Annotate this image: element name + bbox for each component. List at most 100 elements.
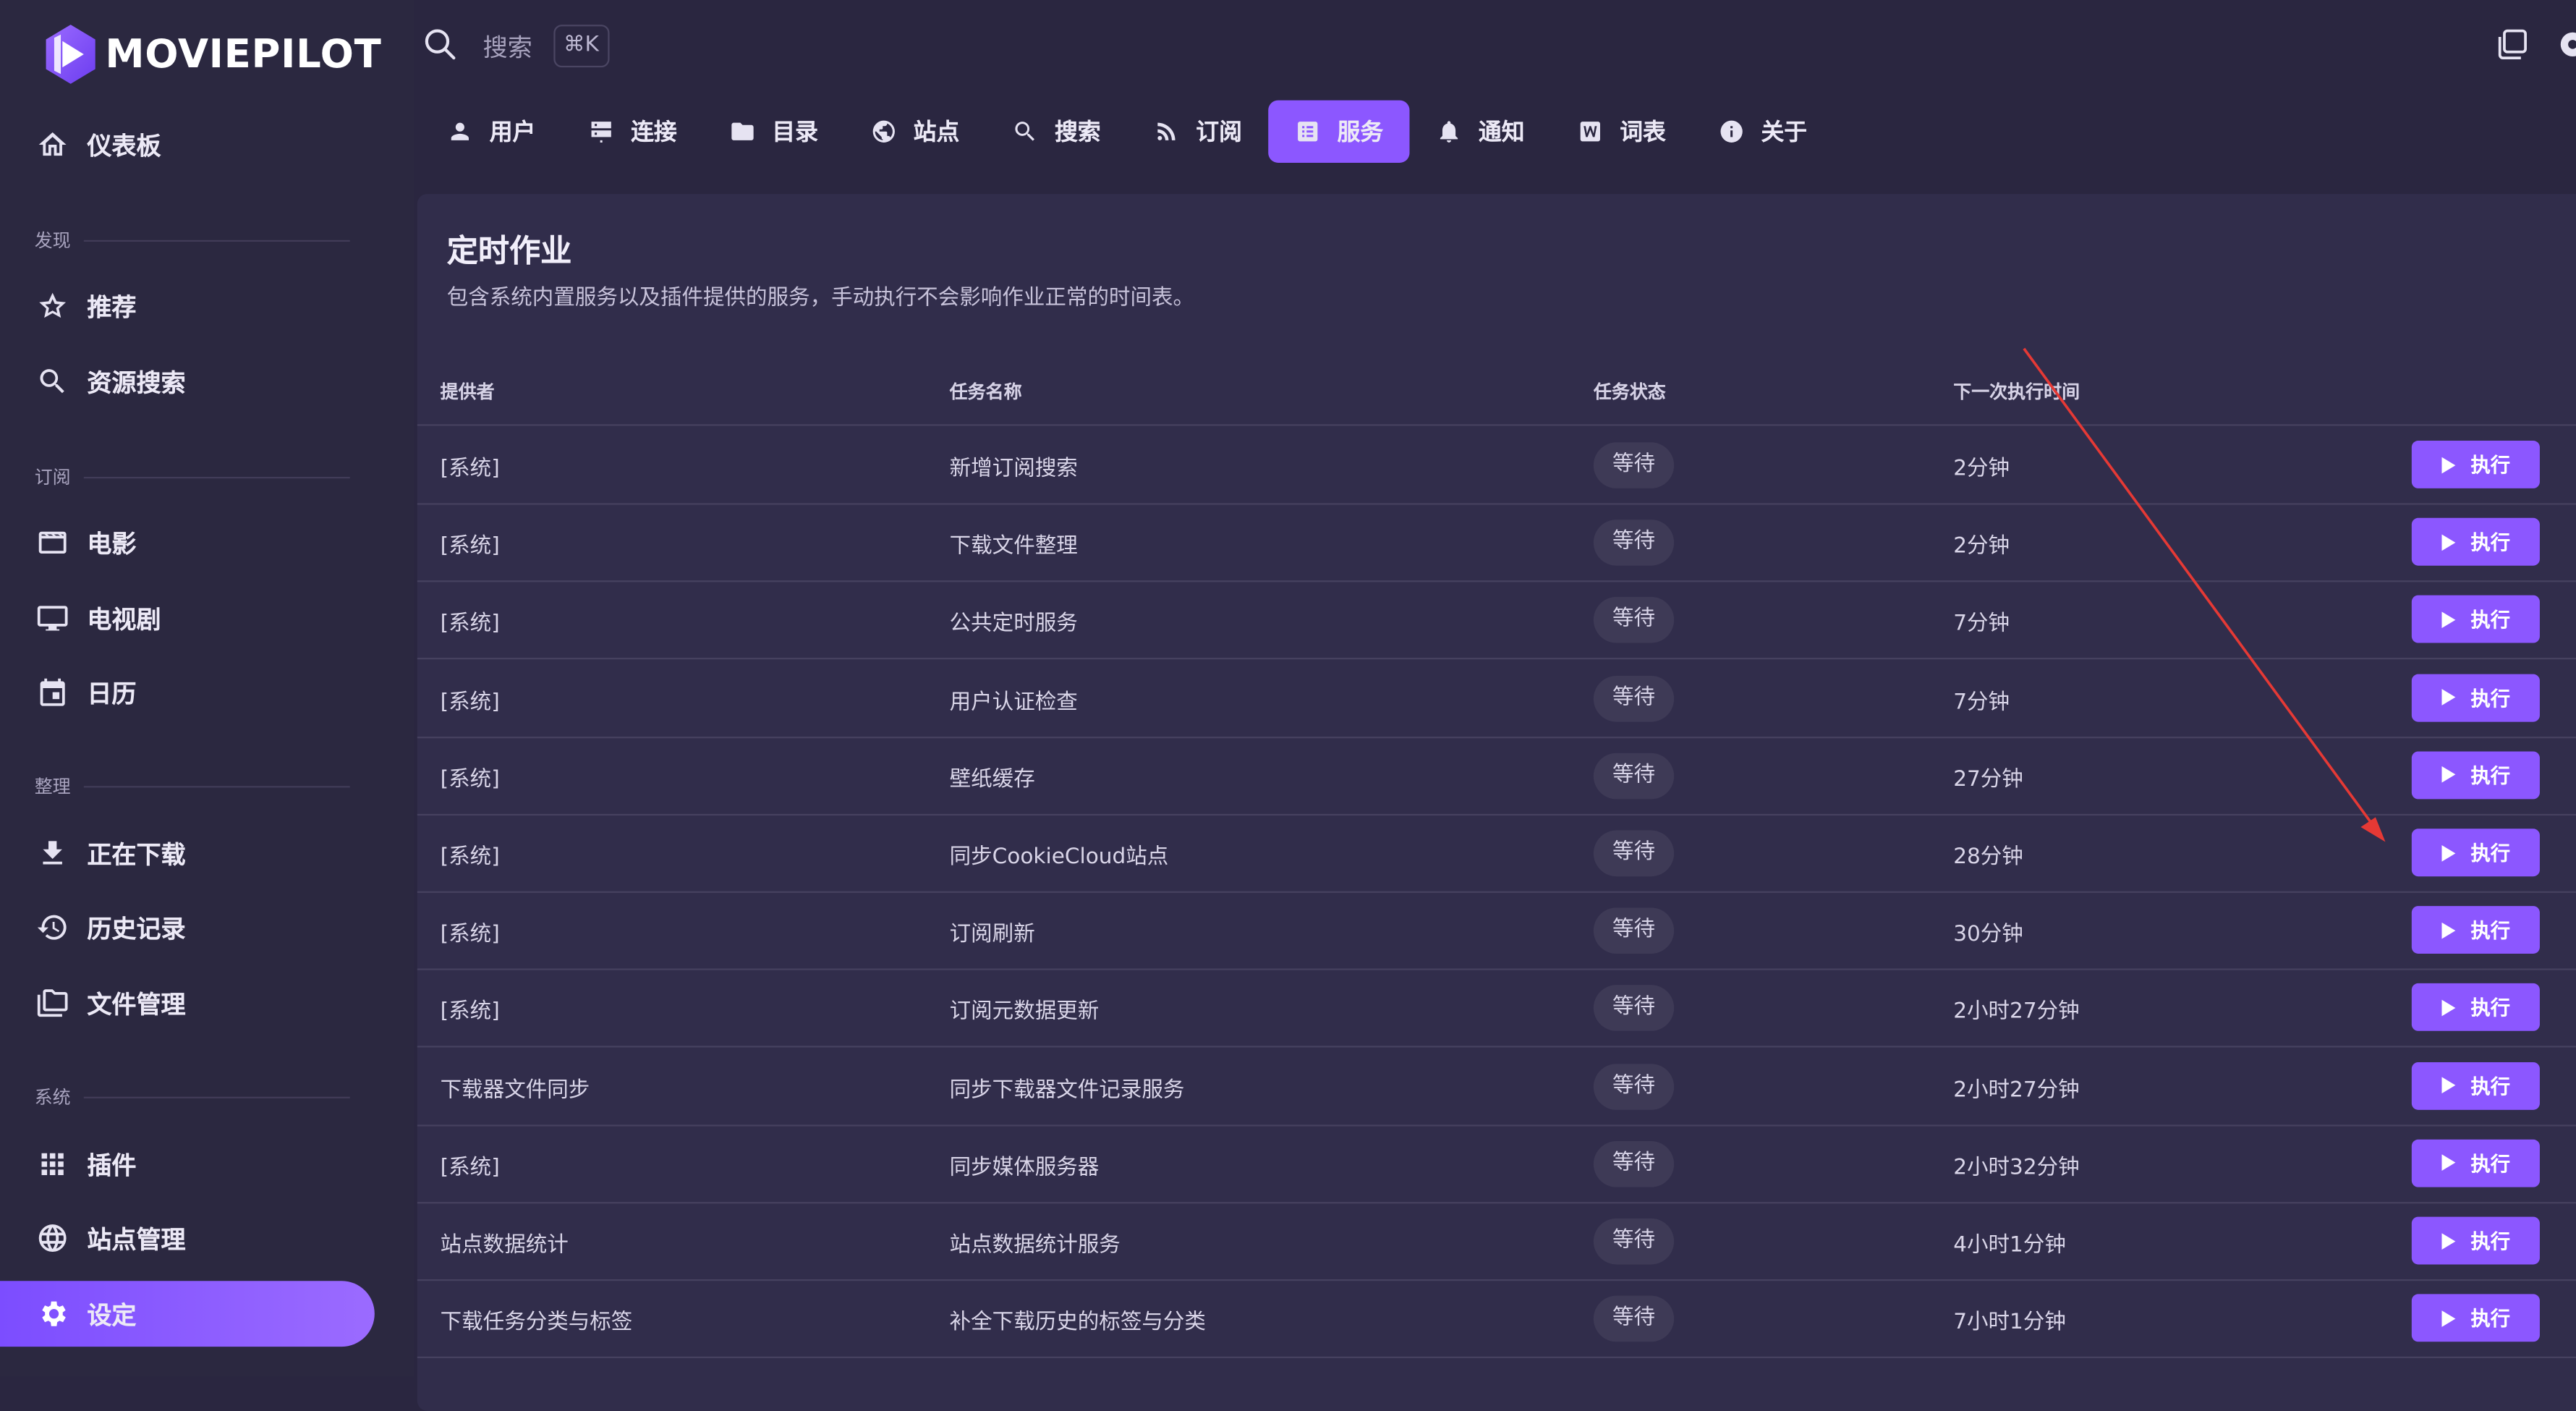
- column-header-next-run: 下一次执行时间: [1953, 381, 2080, 403]
- status-badge: 等待: [1593, 907, 1675, 954]
- run-button[interactable]: 执行: [2411, 829, 2540, 877]
- column-header-provider: 提供者: [440, 381, 495, 403]
- task-name-cell: 订阅刷新: [949, 923, 1035, 948]
- sidebar-item-label: 日历: [87, 678, 137, 708]
- run-button-label: 执行: [2470, 531, 2511, 555]
- run-button[interactable]: 执行: [2411, 1062, 2540, 1109]
- table-row: [系统] 订阅元数据更新 等待 2小时27分钟 执行: [417, 969, 2576, 1048]
- server-icon: [591, 122, 611, 143]
- run-button-label: 执行: [2470, 842, 2511, 865]
- sidebar-item-site-management[interactable]: 站点管理: [0, 1206, 375, 1271]
- tab-subscriptions[interactable]: 订阅: [1127, 101, 1268, 163]
- provider-cell: 下载任务分类与标签: [440, 1310, 633, 1336]
- movie-clapper-icon: [35, 525, 71, 561]
- sidebar-item-label: 资源搜索: [87, 367, 186, 397]
- run-button[interactable]: 执行: [2411, 596, 2540, 644]
- table-row: 下载器文件同步 同步下载器文件记录服务 等待 2小时27分钟 执行: [417, 1047, 2576, 1126]
- run-button[interactable]: 执行: [2411, 673, 2540, 721]
- tab-search[interactable]: 搜索: [986, 101, 1127, 163]
- task-name-cell: 同步CookieCloud站点: [949, 845, 1169, 870]
- theme-gear-icon[interactable]: [2554, 26, 2576, 62]
- sidebar-item-downloading[interactable]: 正在下载: [0, 821, 375, 886]
- sidebar-item-file-manager[interactable]: 文件管理: [0, 970, 375, 1036]
- provider-cell: [系统]: [440, 534, 500, 560]
- run-button[interactable]: 执行: [2411, 751, 2540, 799]
- sidebar-item-history[interactable]: 历史记录: [0, 894, 375, 960]
- sidebar-item-dashboard[interactable]: 仪表板: [0, 112, 375, 178]
- sidebar-item-resource-search[interactable]: 资源搜索: [0, 349, 375, 415]
- scheduled-jobs-card: 定时作业 包含系统内置服务以及插件提供的服务，手动执行不会影响作业正常的时间表。…: [417, 194, 2576, 1411]
- status-badge: 等待: [1593, 675, 1675, 721]
- status-badge: 等待: [1593, 1140, 1675, 1187]
- table-row: [系统] 订阅刷新 等待 30分钟 执行: [417, 891, 2576, 971]
- run-button[interactable]: 执行: [2411, 441, 2540, 488]
- sidebar-item-label: 文件管理: [87, 988, 186, 1019]
- run-button[interactable]: 执行: [2411, 1216, 2540, 1265]
- rss-icon: [1157, 122, 1176, 140]
- sidebar-item-label: 插件: [87, 1150, 137, 1180]
- tab-services[interactable]: 服务: [1268, 100, 1410, 163]
- status-badge: 等待: [1593, 597, 1675, 644]
- word-box-icon: [1580, 122, 1600, 142]
- column-header-task-name: 任务名称: [949, 381, 1022, 403]
- moviepilot-logo-icon: [46, 25, 95, 84]
- search-icon[interactable]: [422, 26, 459, 62]
- run-button[interactable]: 执行: [2411, 1294, 2540, 1342]
- sidebar-item-tv[interactable]: 电视剧: [0, 585, 375, 651]
- play-icon: [2441, 844, 2456, 861]
- copy-windows-icon[interactable]: [2494, 26, 2530, 62]
- settings-tabs: 用户 连接 目录 站点 搜索 订阅 服务 通知 词表 关于: [420, 100, 1833, 163]
- status-badge: 等待: [1593, 830, 1675, 877]
- play-icon: [2441, 766, 2456, 784]
- run-button-label: 执行: [2470, 919, 2511, 943]
- play-icon: [2441, 689, 2456, 706]
- folder-copy-icon: [35, 985, 71, 1021]
- provider-cell: 站点数据统计: [440, 1233, 569, 1258]
- section-header-subscribe: 订阅: [35, 464, 350, 490]
- play-icon: [2441, 456, 2456, 473]
- sidebar-item-label: 电视剧: [87, 604, 161, 635]
- run-button[interactable]: 执行: [2411, 1139, 2540, 1187]
- search-icon: [35, 363, 71, 399]
- task-name-cell: 公共定时服务: [949, 612, 1078, 637]
- task-name-cell: 补全下载历史的标签与分类: [949, 1310, 1206, 1336]
- sidebar-item-label: 电影: [87, 528, 137, 559]
- table-row: [系统] 公共定时服务 等待 7分钟 执行: [417, 581, 2576, 661]
- task-name-cell: 站点数据统计服务: [949, 1233, 1121, 1258]
- app-name: MOVIEPILOT: [105, 31, 382, 77]
- sidebar-item-settings[interactable]: 设定: [0, 1281, 375, 1347]
- tab-wordlists[interactable]: 词表: [1551, 101, 1692, 163]
- tab-connections[interactable]: 连接: [562, 101, 703, 163]
- tab-users[interactable]: 用户: [420, 101, 561, 163]
- task-name-cell: 新增订阅搜索: [949, 457, 1078, 482]
- sidebar-item-calendar[interactable]: 日历: [0, 659, 375, 725]
- sidebar-item-label: 仪表板: [87, 130, 161, 161]
- tab-directories[interactable]: 目录: [703, 101, 844, 163]
- list-box-icon: [1298, 122, 1318, 142]
- search-trigger-label[interactable]: 搜索: [483, 30, 532, 64]
- play-icon: [2441, 999, 2456, 1017]
- table-row: [系统] 新增订阅搜索 等待 2分钟 执行: [417, 426, 2576, 505]
- run-button-label: 执行: [2470, 1307, 2511, 1331]
- run-button-label: 执行: [2470, 764, 2511, 788]
- table-row: [系统] 用户认证检查 等待 7分钟 执行: [417, 658, 2576, 738]
- provider-cell: [系统]: [440, 690, 500, 715]
- table-row: [系统] 同步媒体服务器 等待 2小时32分钟 执行: [417, 1124, 2576, 1203]
- tab-about[interactable]: 关于: [1692, 101, 1833, 163]
- star-icon: [35, 288, 71, 324]
- run-button-label: 执行: [2470, 996, 2511, 1020]
- sidebar-item-recommend[interactable]: 推荐: [0, 273, 375, 339]
- run-button[interactable]: 执行: [2411, 906, 2540, 954]
- tab-sites[interactable]: 站点: [844, 101, 985, 163]
- app-logo[interactable]: MOVIEPILOT: [43, 23, 381, 85]
- search-icon: [1015, 122, 1034, 141]
- sidebar-item-movies[interactable]: 电影: [0, 509, 375, 575]
- run-button[interactable]: 执行: [2411, 518, 2540, 567]
- table-row: [系统] 下载文件整理 等待 2分钟 执行: [417, 504, 2576, 582]
- run-button[interactable]: 执行: [2411, 983, 2540, 1032]
- run-button-label: 执行: [2470, 609, 2511, 632]
- next-run-cell: 27分钟: [1953, 767, 2023, 792]
- tab-notifications[interactable]: 通知: [1410, 101, 1551, 163]
- table-row: 下载任务分类与标签 补全下载历史的标签与分类 等待 7小时1分钟 执行: [417, 1279, 2576, 1359]
- sidebar-item-plugins[interactable]: 插件: [0, 1131, 375, 1197]
